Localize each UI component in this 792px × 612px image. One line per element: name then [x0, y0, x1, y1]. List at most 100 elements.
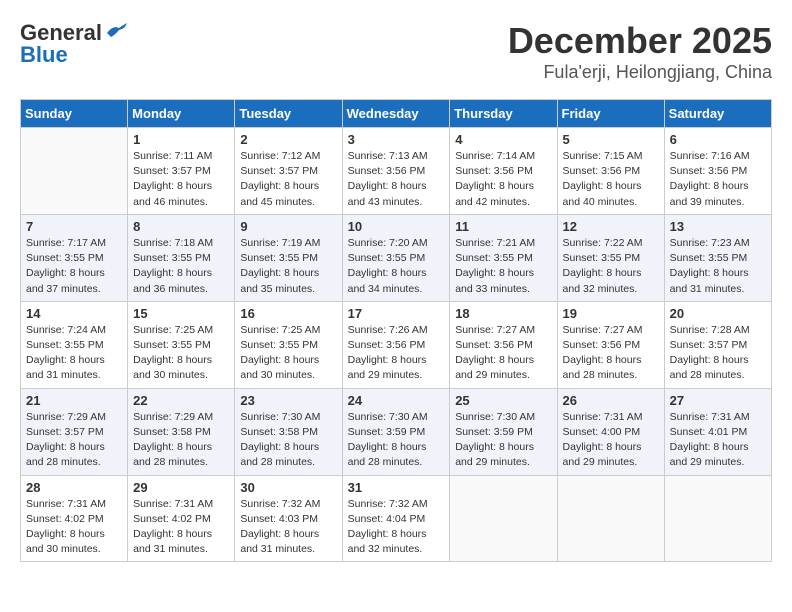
day-number: 18: [455, 306, 551, 321]
day-info: Sunrise: 7:25 AM Sunset: 3:55 PM Dayligh…: [133, 323, 229, 384]
day-number: 3: [348, 132, 445, 147]
day-number: 26: [563, 393, 659, 408]
calendar-day-cell: 11 Sunrise: 7:21 AM Sunset: 3:55 PM Dayli…: [450, 214, 557, 301]
calendar-table: SundayMondayTuesdayWednesdayThursdayFrid…: [20, 99, 772, 562]
weekday-header-thursday: Thursday: [450, 100, 557, 128]
logo: General Blue: [20, 20, 127, 68]
day-number: 6: [670, 132, 766, 147]
day-info: Sunrise: 7:23 AM Sunset: 3:55 PM Dayligh…: [670, 236, 766, 297]
day-number: 31: [348, 480, 445, 495]
day-info: Sunrise: 7:30 AM Sunset: 3:59 PM Dayligh…: [348, 410, 445, 471]
weekday-header-friday: Friday: [557, 100, 664, 128]
day-number: 15: [133, 306, 229, 321]
calendar-day-cell: 4 Sunrise: 7:14 AM Sunset: 3:56 PM Daylig…: [450, 128, 557, 215]
day-number: 2: [240, 132, 336, 147]
calendar-header-row: SundayMondayTuesdayWednesdayThursdayFrid…: [21, 100, 772, 128]
calendar-day-cell: 22 Sunrise: 7:29 AM Sunset: 3:58 PM Dayli…: [128, 388, 235, 475]
calendar-day-cell: 13 Sunrise: 7:23 AM Sunset: 3:55 PM Dayli…: [664, 214, 771, 301]
day-number: 23: [240, 393, 336, 408]
calendar-day-cell: [664, 475, 771, 562]
day-info: Sunrise: 7:12 AM Sunset: 3:57 PM Dayligh…: [240, 149, 336, 210]
day-number: 20: [670, 306, 766, 321]
calendar-week-row: 28 Sunrise: 7:31 AM Sunset: 4:02 PM Dayli…: [21, 475, 772, 562]
day-number: 11: [455, 219, 551, 234]
calendar-day-cell: 24Sunrise: 7:30 AM Sunset: 3:59 PM Dayli…: [342, 388, 450, 475]
day-number: 14: [26, 306, 122, 321]
calendar-week-row: 14 Sunrise: 7:24 AM Sunset: 3:55 PM Dayli…: [21, 301, 772, 388]
weekday-header-sunday: Sunday: [21, 100, 128, 128]
day-info: Sunrise: 7:32 AM Sunset: 4:03 PM Dayligh…: [240, 497, 336, 558]
day-info: Sunrise: 7:22 AM Sunset: 3:55 PM Dayligh…: [563, 236, 659, 297]
calendar-day-cell: 5 Sunrise: 7:15 AM Sunset: 3:56 PM Daylig…: [557, 128, 664, 215]
day-info: Sunrise: 7:30 AM Sunset: 3:58 PM Dayligh…: [240, 410, 336, 471]
day-number: 25: [455, 393, 551, 408]
day-number: 9: [240, 219, 336, 234]
calendar-day-cell: 9Sunrise: 7:19 AM Sunset: 3:55 PM Daylig…: [235, 214, 342, 301]
calendar-day-cell: 3 Sunrise: 7:13 AM Sunset: 3:56 PM Daylig…: [342, 128, 450, 215]
day-info: Sunrise: 7:27 AM Sunset: 3:56 PM Dayligh…: [563, 323, 659, 384]
weekday-header-monday: Monday: [128, 100, 235, 128]
calendar-day-cell: 27Sunrise: 7:31 AM Sunset: 4:01 PM Dayli…: [664, 388, 771, 475]
day-number: 4: [455, 132, 551, 147]
day-number: 13: [670, 219, 766, 234]
day-info: Sunrise: 7:16 AM Sunset: 3:56 PM Dayligh…: [670, 149, 766, 210]
calendar-week-row: 1 Sunrise: 7:11 AM Sunset: 3:57 PM Daylig…: [21, 128, 772, 215]
day-number: 28: [26, 480, 122, 495]
calendar-day-cell: 17 Sunrise: 7:26 AM Sunset: 3:56 PM Dayli…: [342, 301, 450, 388]
day-info: Sunrise: 7:13 AM Sunset: 3:56 PM Dayligh…: [348, 149, 445, 210]
day-number: 16: [240, 306, 336, 321]
calendar-week-row: 21Sunrise: 7:29 AM Sunset: 3:57 PM Dayli…: [21, 388, 772, 475]
day-number: 22: [133, 393, 229, 408]
calendar-day-cell: 26Sunrise: 7:31 AM Sunset: 4:00 PM Dayli…: [557, 388, 664, 475]
day-info: Sunrise: 7:21 AM Sunset: 3:55 PM Dayligh…: [455, 236, 551, 297]
calendar-day-cell: 18 Sunrise: 7:27 AM Sunset: 3:56 PM Dayli…: [450, 301, 557, 388]
logo-blue: Blue: [20, 42, 68, 68]
weekday-header-saturday: Saturday: [664, 100, 771, 128]
calendar-day-cell: 29Sunrise: 7:31 AM Sunset: 4:02 PM Dayli…: [128, 475, 235, 562]
day-info: Sunrise: 7:27 AM Sunset: 3:56 PM Dayligh…: [455, 323, 551, 384]
day-number: 5: [563, 132, 659, 147]
day-info: Sunrise: 7:31 AM Sunset: 4:02 PM Dayligh…: [26, 497, 122, 558]
day-number: 12: [563, 219, 659, 234]
calendar-day-cell: 19 Sunrise: 7:27 AM Sunset: 3:56 PM Dayli…: [557, 301, 664, 388]
day-number: 7: [26, 219, 122, 234]
calendar-day-cell: [21, 128, 128, 215]
page-title: December 2025: [508, 20, 772, 62]
logo-bird-icon: [105, 23, 127, 39]
calendar-day-cell: 7 Sunrise: 7:17 AM Sunset: 3:55 PM Daylig…: [21, 214, 128, 301]
calendar-day-cell: 1 Sunrise: 7:11 AM Sunset: 3:57 PM Daylig…: [128, 128, 235, 215]
day-info: Sunrise: 7:17 AM Sunset: 3:55 PM Dayligh…: [26, 236, 122, 297]
day-info: Sunrise: 7:29 AM Sunset: 3:58 PM Dayligh…: [133, 410, 229, 471]
calendar-day-cell: [450, 475, 557, 562]
calendar-day-cell: [557, 475, 664, 562]
calendar-day-cell: 12 Sunrise: 7:22 AM Sunset: 3:55 PM Dayli…: [557, 214, 664, 301]
calendar-day-cell: 2 Sunrise: 7:12 AM Sunset: 3:57 PM Daylig…: [235, 128, 342, 215]
day-number: 10: [348, 219, 445, 234]
calendar-day-cell: 23 Sunrise: 7:30 AM Sunset: 3:58 PM Dayli…: [235, 388, 342, 475]
page-subtitle: Fula'erji, Heilongjiang, China: [508, 62, 772, 83]
calendar-day-cell: 20 Sunrise: 7:28 AM Sunset: 3:57 PM Dayli…: [664, 301, 771, 388]
calendar-day-cell: 16 Sunrise: 7:25 AM Sunset: 3:55 PM Dayli…: [235, 301, 342, 388]
day-info: Sunrise: 7:20 AM Sunset: 3:55 PM Dayligh…: [348, 236, 445, 297]
calendar-day-cell: 21Sunrise: 7:29 AM Sunset: 3:57 PM Dayli…: [21, 388, 128, 475]
day-info: Sunrise: 7:11 AM Sunset: 3:57 PM Dayligh…: [133, 149, 229, 210]
calendar-day-cell: 30Sunrise: 7:32 AM Sunset: 4:03 PM Dayli…: [235, 475, 342, 562]
calendar-day-cell: 8Sunrise: 7:18 AM Sunset: 3:55 PM Daylig…: [128, 214, 235, 301]
day-number: 19: [563, 306, 659, 321]
calendar-day-cell: 15 Sunrise: 7:25 AM Sunset: 3:55 PM Dayli…: [128, 301, 235, 388]
day-info: Sunrise: 7:18 AM Sunset: 3:55 PM Dayligh…: [133, 236, 229, 297]
day-number: 29: [133, 480, 229, 495]
day-number: 1: [133, 132, 229, 147]
day-number: 21: [26, 393, 122, 408]
day-number: 17: [348, 306, 445, 321]
day-info: Sunrise: 7:28 AM Sunset: 3:57 PM Dayligh…: [670, 323, 766, 384]
day-info: Sunrise: 7:14 AM Sunset: 3:56 PM Dayligh…: [455, 149, 551, 210]
day-info: Sunrise: 7:24 AM Sunset: 3:55 PM Dayligh…: [26, 323, 122, 384]
calendar-day-cell: 10 Sunrise: 7:20 AM Sunset: 3:55 PM Dayli…: [342, 214, 450, 301]
calendar-day-cell: 14 Sunrise: 7:24 AM Sunset: 3:55 PM Dayli…: [21, 301, 128, 388]
day-info: Sunrise: 7:25 AM Sunset: 3:55 PM Dayligh…: [240, 323, 336, 384]
day-info: Sunrise: 7:15 AM Sunset: 3:56 PM Dayligh…: [563, 149, 659, 210]
day-info: Sunrise: 7:26 AM Sunset: 3:56 PM Dayligh…: [348, 323, 445, 384]
day-info: Sunrise: 7:32 AM Sunset: 4:04 PM Dayligh…: [348, 497, 445, 558]
weekday-header-tuesday: Tuesday: [235, 100, 342, 128]
